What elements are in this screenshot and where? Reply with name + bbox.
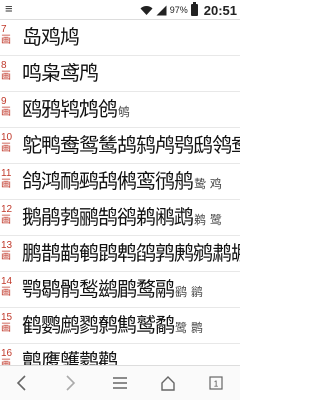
stroke-count-unit: 画 bbox=[1, 107, 11, 118]
menu-button[interactable] bbox=[108, 372, 132, 394]
chevron-left-icon bbox=[16, 375, 26, 391]
stroke-count-label: 10 画 bbox=[1, 132, 17, 154]
stroke-row[interactable]: 11 画鸽鸿鸸鹀鸹鸺鸾鸻鸼鸷 鸡 bbox=[0, 164, 240, 200]
stroke-count-label: 9画 bbox=[1, 96, 17, 118]
characters[interactable]: 鹯鹰鹱鹲鹳 bbox=[22, 349, 118, 365]
stroke-count-number: 9 bbox=[1, 96, 7, 107]
stroke-row[interactable]: 7 画岛鸡鸠 bbox=[0, 20, 240, 56]
stroke-count-label: 7画 bbox=[1, 24, 17, 46]
stroke-row[interactable]: 12 画鹅鹃鹁鹂鹄鹆鹈鹇鹉鹈 鹭 bbox=[0, 200, 240, 236]
character-list[interactable]: 鹅鹃鹁鹂鹄鹆鹈鹇鹉鹈 鹭 bbox=[22, 204, 222, 233]
back-button[interactable] bbox=[10, 372, 34, 394]
browser-nav-bar: 1 bbox=[0, 365, 240, 400]
stroke-count-number: 14 bbox=[1, 276, 13, 287]
tabs-count: 1 bbox=[214, 380, 219, 389]
stroke-count-label: 12 画 bbox=[1, 204, 17, 226]
chevron-right-icon bbox=[66, 375, 76, 391]
stroke-count-label: 16 画 bbox=[1, 348, 17, 365]
stroke-row[interactable]: 9 画鸥鸦鸨鸩鸧鸲 bbox=[0, 92, 240, 128]
tabs-icon: 1 bbox=[209, 376, 223, 390]
characters[interactable]: 鹤鹦鹧鹨鹩鹪鹫鹬 bbox=[22, 313, 175, 337]
stroke-count-unit: 画 bbox=[1, 143, 11, 154]
characters[interactable]: 鹗鹖鹘鹙鹚鹛鹜鹝 bbox=[22, 277, 175, 301]
status-icons: 97% 20:51 bbox=[140, 0, 237, 20]
stroke-count-number: 10 bbox=[1, 132, 13, 143]
character-list[interactable]: 岛鸡鸠 bbox=[22, 24, 80, 50]
characters[interactable]: 鸥鸦鸨鸩鸧 bbox=[22, 97, 118, 121]
stroke-count-label: 8画 bbox=[1, 60, 17, 82]
characters-small[interactable]: 鹞 鹟 bbox=[175, 285, 203, 299]
characters-small[interactable]: 鹭 鹮 bbox=[175, 321, 203, 335]
stroke-count-unit: 画 bbox=[1, 179, 11, 190]
stroke-row[interactable]: 8 画鸣枭鸢鸤 bbox=[0, 56, 240, 92]
forward-button[interactable] bbox=[58, 372, 82, 394]
characters-small[interactable]: 鸷 鸡 bbox=[194, 177, 222, 191]
battery-icon bbox=[190, 2, 198, 16]
hamburger-icon bbox=[113, 377, 127, 389]
character-list[interactable]: 鸵鸭鸯鸳鸶鸪鸫鸬鸮鸱鸰鸯 bbox=[22, 132, 240, 158]
character-list[interactable]: 鹯鹰鹱鹲鹳 bbox=[22, 348, 118, 365]
characters[interactable]: 岛鸡鸠 bbox=[22, 25, 80, 49]
wifi-icon bbox=[140, 5, 153, 15]
stroke-count-unit: 画 bbox=[1, 323, 11, 334]
home-icon bbox=[161, 376, 175, 391]
stroke-count-number: 16 bbox=[1, 348, 13, 359]
stroke-row[interactable]: 13 画鹏鹊鹋鹌鹍鹎鹐鹑鹒鹓鹔鹕 bbox=[0, 236, 240, 272]
signal-icon bbox=[156, 5, 167, 15]
battery-percent: 97% bbox=[169, 5, 188, 15]
stroke-count-number: 8 bbox=[1, 60, 7, 71]
character-list[interactable]: 鹤鹦鹧鹨鹩鹪鹫鹬鹭 鹮 bbox=[22, 312, 203, 341]
stroke-count-number: 12 bbox=[1, 204, 13, 215]
stroke-count-unit: 画 bbox=[1, 251, 11, 262]
characters[interactable]: 鹅鹃鹁鹂鹄鹆鹈鹇鹉 bbox=[22, 205, 194, 229]
stroke-count-unit: 画 bbox=[1, 215, 11, 226]
character-list[interactable]: 鹏鹊鹋鹌鹍鹎鹐鹑鹒鹓鹔鹕 bbox=[22, 240, 240, 266]
stroke-row[interactable]: 10 画鸵鸭鸯鸳鸶鸪鸫鸬鸮鸱鸰鸯 bbox=[0, 128, 240, 164]
stroke-list[interactable]: 7 画岛鸡鸠 8 画鸣枭鸢鸤 9 画鸥鸦鸨鸩鸧鸲 10 画鸵鸭鸯鸳鸶鸪鸫鸬鸮鸱鸰鸯 11 画鸽鸿鸸… bbox=[0, 20, 240, 365]
status-bar: ≡ 97% 20:51 bbox=[0, 0, 240, 20]
stroke-count-number: 15 bbox=[1, 312, 13, 323]
home-button[interactable] bbox=[156, 372, 180, 394]
stroke-count-label: 13 画 bbox=[1, 240, 17, 262]
characters[interactable]: 鸣枭鸢鸤 bbox=[22, 61, 99, 85]
characters-small[interactable]: 鸲 bbox=[118, 105, 130, 119]
stroke-count-number: 11 bbox=[1, 168, 12, 179]
stroke-count-number: 7 bbox=[1, 24, 7, 35]
characters[interactable]: 鸵鸭鸯鸳鸶鸪鸫鸬鸮鸱鸰鸯 bbox=[22, 133, 240, 157]
character-list[interactable]: 鸽鸿鸸鹀鸹鸺鸾鸻鸼鸷 鸡 bbox=[22, 168, 222, 197]
stroke-count-unit: 画 bbox=[1, 287, 11, 298]
character-list[interactable]: 鸣枭鸢鸤 bbox=[22, 60, 99, 86]
stroke-count-label: 15 画 bbox=[1, 312, 17, 334]
stroke-count-unit: 画 bbox=[1, 35, 11, 46]
characters-small[interactable]: 鹈 鹭 bbox=[194, 213, 222, 227]
characters[interactable]: 鸽鸿鸸鹀鸹鸺鸾鸻鸼 bbox=[22, 169, 194, 193]
characters[interactable]: 鹏鹊鹋鹌鹍鹎鹐鹑鹒鹓鹔鹕 bbox=[22, 241, 240, 265]
tabs-button[interactable]: 1 bbox=[204, 372, 228, 394]
stroke-row[interactable]: 15 画鹤鹦鹧鹨鹩鹪鹫鹬鹭 鹮 bbox=[0, 308, 240, 344]
stroke-count-number: 13 bbox=[1, 240, 13, 251]
stroke-count-unit: 画 bbox=[1, 71, 11, 82]
stroke-count-label: 11 画 bbox=[1, 168, 17, 190]
stroke-count-label: 14 画 bbox=[1, 276, 17, 298]
character-list[interactable]: 鹗鹖鹘鹙鹚鹛鹜鹝鹞 鹟 bbox=[22, 276, 203, 305]
character-list[interactable]: 鸥鸦鸨鸩鸧鸲 bbox=[22, 96, 130, 125]
clock: 20:51 bbox=[203, 2, 237, 18]
stroke-row[interactable]: 16 画鹯鹰鹱鹲鹳 bbox=[0, 344, 240, 365]
notification-menu-icon: ≡ bbox=[5, 1, 13, 16]
stroke-row[interactable]: 14 画鹗鹖鹘鹙鹚鹛鹜鹝鹞 鹟 bbox=[0, 272, 240, 308]
